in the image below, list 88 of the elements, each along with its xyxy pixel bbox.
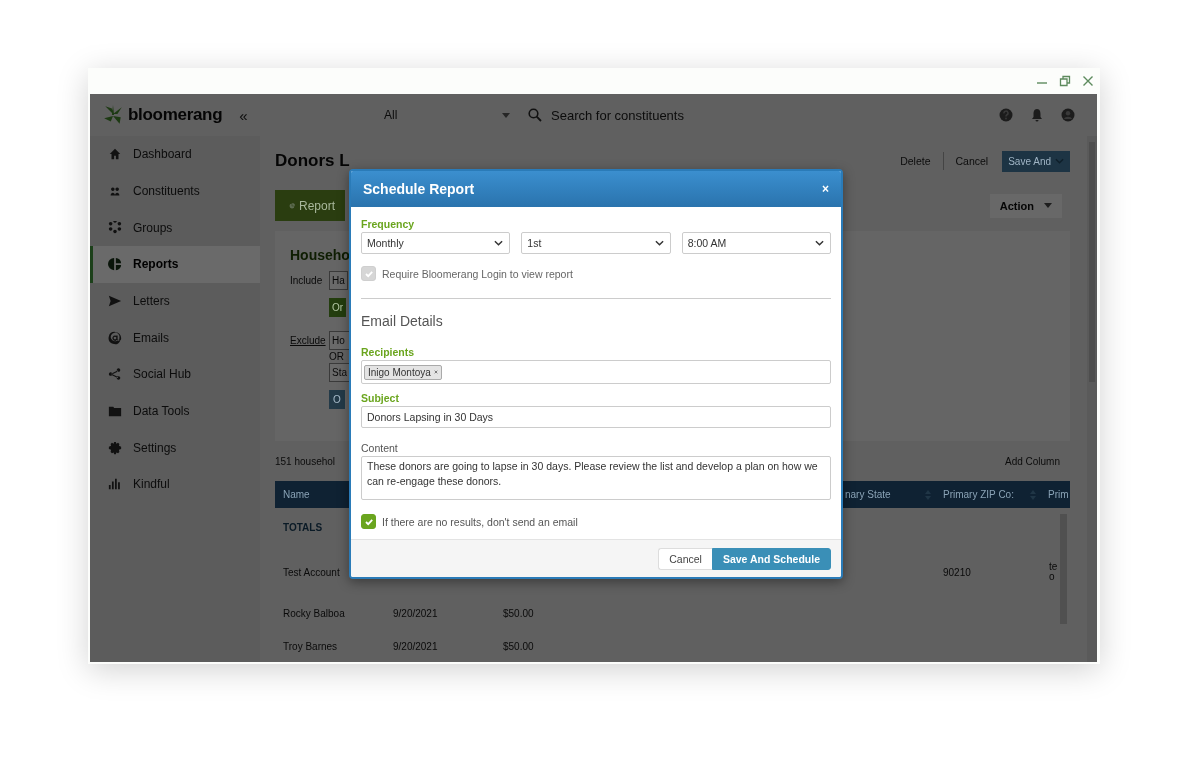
include-label: Include (290, 274, 324, 286)
caret-icon (1044, 203, 1052, 208)
share-icon (108, 367, 122, 382)
sidebar-item[interactable]: Groups (90, 209, 260, 246)
content-field[interactable]: These donors are going to lapse in 30 days. Please review the list and develop a plan on how we can re-engage these donors. (361, 456, 831, 500)
table-cell-text: Troy Barnes (282, 641, 339, 652)
field-label: Recipients (361, 346, 416, 358)
search-icon (528, 108, 542, 122)
checkbox-label: Require Bloomerang Login to view report (382, 267, 573, 280)
dots-icon (108, 220, 122, 235)
totals-label: TOTALS (282, 522, 324, 533)
filter-heading: Househo (290, 247, 351, 263)
sidebar-item[interactable]: Settings (90, 429, 260, 466)
home-icon (108, 147, 122, 162)
cancel-button[interactable]: Cancel (658, 547, 712, 570)
subject-field[interactable]: Donors Lapsing in 30 Days (361, 406, 831, 428)
chevron-down-icon (654, 240, 664, 246)
chevron-down-icon (494, 240, 504, 246)
section-title: Email Details (361, 313, 444, 329)
checkmark-icon (363, 516, 374, 527)
pie-chart-icon (108, 257, 122, 272)
field-label: Content (361, 442, 399, 454)
or-button[interactable]: Or (329, 298, 347, 317)
recipient-tag[interactable]: Inigo Montoya (364, 364, 442, 380)
frequency-select[interactable]: 8:00 AM (681, 232, 831, 254)
search-field[interactable]: Search for constituents (551, 107, 911, 123)
scrollbar[interactable] (1087, 136, 1097, 662)
checkmark-icon (363, 268, 374, 279)
table-cell-text: $50.00 (502, 641, 535, 652)
close-button[interactable]: × (822, 182, 829, 196)
filter-select[interactable]: Ha (329, 271, 348, 290)
chevron-down-icon (815, 240, 824, 246)
page-title: Donors L (275, 151, 350, 171)
sidebar-item[interactable]: Dashboard (90, 136, 260, 173)
sidebar-item[interactable]: Social Hub (90, 355, 260, 393)
bar-chart-icon (108, 477, 122, 492)
field-label: Frequency (361, 218, 416, 230)
logo-icon (102, 104, 124, 126)
gear-icon (108, 440, 122, 455)
scope-dropdown[interactable]: All (384, 108, 510, 122)
checkbox[interactable] (361, 514, 376, 529)
add-column-link[interactable]: Add Column (1004, 455, 1060, 467)
or-text: OR (329, 351, 345, 362)
checkbox-label: If there are no results, don't send an email (382, 515, 578, 528)
at-sign-icon (108, 330, 122, 345)
column-header[interactable]: Prim (1045, 489, 1077, 500)
restore-icon[interactable] (1059, 75, 1071, 87)
frequency-select[interactable]: 1st (521, 232, 671, 254)
cancel-button[interactable]: Cancel (943, 155, 1001, 167)
column-header[interactable]: Primary ZIP Co: (935, 489, 1030, 500)
caret-icon (502, 112, 510, 118)
user-icon[interactable] (1061, 108, 1075, 122)
filter-select[interactable]: Sta (329, 363, 350, 382)
result-count: 151 househol (275, 455, 336, 467)
filter-select[interactable]: Ho (329, 331, 350, 350)
sidebar-item[interactable]: Constituents (90, 172, 260, 210)
table-cell-text: 90210 (942, 566, 972, 578)
table-cell-text: $50.00 (502, 608, 535, 619)
field-label: Subject (361, 392, 400, 404)
frequency-select[interactable]: Monthly (361, 232, 511, 254)
report-tab[interactable]: Report (275, 190, 345, 221)
table-cell-text: 9/20/2021 (392, 608, 439, 619)
notification-bell-icon[interactable] (1030, 108, 1044, 122)
help-icon[interactable] (999, 108, 1013, 122)
sidebar-item[interactable]: Emails (90, 319, 260, 356)
table-cell-text: Rocky Balboa (282, 608, 346, 619)
save-dropdown-button[interactable]: Save And (1002, 150, 1070, 172)
column-header[interactable]: nary State (843, 489, 925, 500)
save-and-schedule-button[interactable]: Save And Schedule (711, 547, 831, 570)
or-button[interactable]: O (329, 390, 345, 409)
remove-icon[interactable] (433, 370, 438, 374)
table-cell-text: Test Account (282, 566, 341, 578)
delete-button[interactable]: Delete (888, 155, 943, 167)
sidebar-item[interactable]: Kindful (90, 465, 260, 503)
exclude-label: Exclude (290, 334, 324, 346)
sidebar-item[interactable]: Data Tools (90, 392, 260, 430)
chevron-down-icon (1055, 158, 1064, 164)
action-dropdown[interactable]: Action (989, 193, 1062, 218)
recipients-field[interactable]: Inigo Montoya (361, 360, 831, 384)
send-icon (108, 293, 122, 308)
dialog-title: Schedule Report (363, 181, 475, 197)
collapse-button[interactable]: « (239, 106, 248, 124)
sidebar-item[interactable]: Letters (90, 282, 260, 320)
table-cell-text: te o (1048, 562, 1059, 582)
sidebar-item[interactable]: Reports (90, 245, 260, 283)
logo-text: bloomerang (128, 105, 223, 125)
table-cell-text: 9/20/2021 (392, 641, 439, 652)
close-icon[interactable] (1082, 75, 1094, 87)
